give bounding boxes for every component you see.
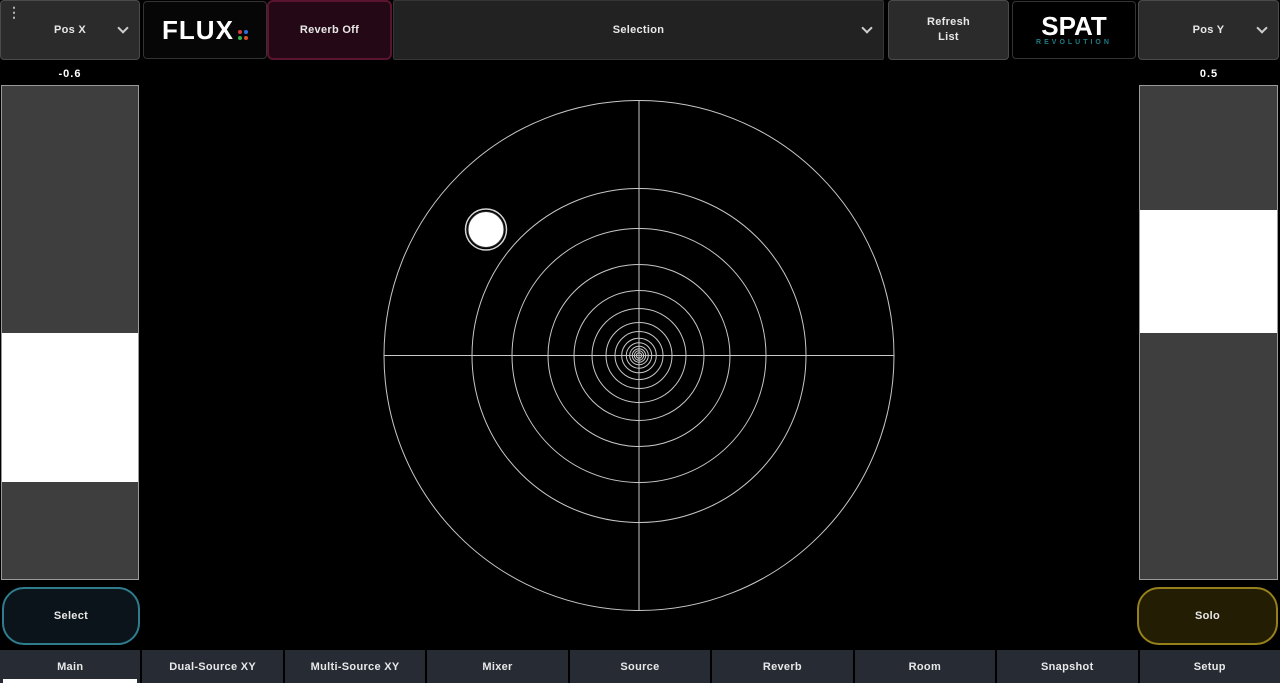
refresh-list-label-line1: Refresh (927, 15, 970, 30)
tab-reverb[interactable]: Reverb (712, 650, 852, 683)
tab-label: Setup (1194, 661, 1226, 673)
tab-room[interactable]: Room (855, 650, 995, 683)
select-button-label: Select (54, 610, 88, 622)
flux-logo-text: FLUX (162, 15, 234, 46)
flux-logo-dots (238, 30, 248, 40)
tab-label: Main (57, 661, 83, 673)
tab-label: Room (909, 661, 941, 673)
chevron-down-icon (117, 22, 128, 33)
tab-multi-source-xy[interactable]: Multi-Source XY (285, 650, 425, 683)
tab-setup[interactable]: Setup (1140, 650, 1280, 683)
xy-pad[interactable] (384, 100, 895, 611)
refresh-list-button[interactable]: Refresh List (888, 0, 1009, 60)
tab-source[interactable]: Source (570, 650, 710, 683)
tab-label: Source (620, 661, 659, 673)
pos-x-dropdown[interactable]: ⋮ Pos X (0, 0, 140, 60)
solo-button[interactable]: Solo (1137, 587, 1278, 645)
tab-label: Mixer (482, 661, 512, 673)
spat-control-surface: ⋮ Pos X FLUX Reverb Off Selection Refres… (0, 0, 1280, 683)
pos-y-value: 0.5 (1139, 68, 1279, 82)
selection-dropdown[interactable]: Selection (393, 0, 884, 60)
pos-y-label: Pos Y (1193, 24, 1225, 36)
kebab-menu-icon[interactable]: ⋮ (7, 5, 21, 19)
tab-main[interactable]: Main (0, 650, 140, 683)
select-button[interactable]: Select (2, 587, 140, 645)
solo-button-label: Solo (1195, 610, 1220, 622)
tab-dual-source-xy[interactable]: Dual-Source XY (142, 650, 282, 683)
flux-logo: FLUX (143, 1, 267, 59)
active-tab-indicator (3, 679, 137, 683)
tab-label: Dual-Source XY (169, 661, 256, 673)
pos-x-fader-handle[interactable] (2, 333, 138, 482)
tab-label: Snapshot (1041, 661, 1094, 673)
pos-y-dropdown[interactable]: Pos Y (1138, 0, 1279, 60)
tab-snapshot[interactable]: Snapshot (997, 650, 1137, 683)
reverb-off-button[interactable]: Reverb Off (267, 0, 392, 60)
spat-logo-subtitle: REVOLUTION (1036, 39, 1112, 46)
pos-x-label: Pos X (54, 24, 86, 36)
chevron-down-icon (861, 22, 872, 33)
pos-x-fader[interactable] (1, 85, 139, 580)
pos-x-value: -0.6 (0, 68, 140, 82)
selection-label: Selection (613, 24, 665, 36)
tab-mixer[interactable]: Mixer (427, 650, 567, 683)
spat-revolution-logo: SPAT REVOLUTION (1012, 1, 1136, 59)
reverb-off-label: Reverb Off (300, 24, 359, 36)
tab-label: Reverb (763, 661, 802, 673)
chevron-down-icon (1256, 22, 1267, 33)
tab-label: Multi-Source XY (311, 661, 400, 673)
refresh-list-label-line2: List (938, 30, 959, 45)
bottom-tab-bar: Main Dual-Source XY Multi-Source XY Mixer So… (0, 650, 1280, 683)
spat-logo-text: SPAT (1041, 14, 1106, 38)
pos-y-fader-handle[interactable] (1140, 210, 1277, 333)
pos-y-fader[interactable] (1139, 85, 1278, 580)
